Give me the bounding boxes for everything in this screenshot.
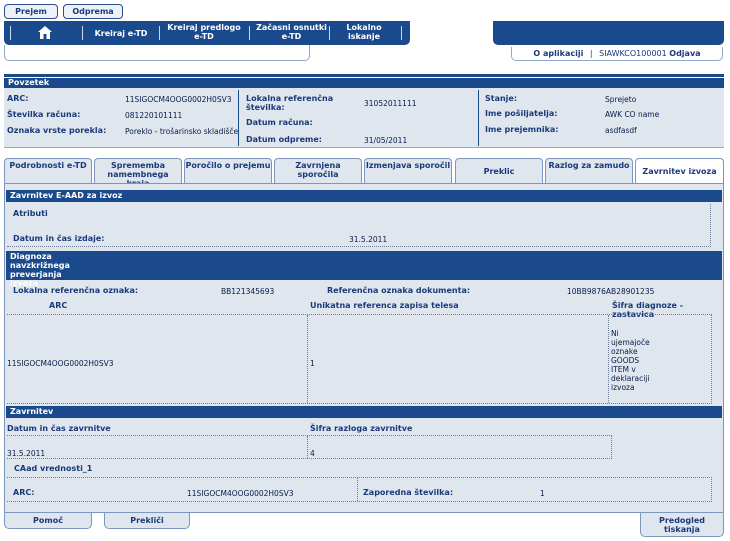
nav-underbar xyxy=(4,45,310,61)
nav-separator xyxy=(10,26,11,40)
arc-label: ARC: xyxy=(7,94,29,103)
posiljatelj-value: AWK CO name xyxy=(605,110,660,119)
datum-zavrnitve-value: 31.5.2011 xyxy=(7,449,46,458)
ref-dok-label: Referenčna oznaka dokumenta: xyxy=(327,286,471,295)
home-icon[interactable] xyxy=(38,26,52,41)
nav-lokalno-iskanje[interactable]: Lokalno iskanje xyxy=(334,23,394,41)
datum-zavrnitve-label: Datum in čas zavrnitve xyxy=(7,424,111,433)
nav-separator xyxy=(159,26,160,40)
user-links: O aplikaciji | SIAWKCO100001 Odjava xyxy=(511,47,723,61)
divider xyxy=(478,90,479,146)
stanje-value: Sprejeto xyxy=(605,95,637,104)
sifra-razloga-label: Šifra razloga zavrnitve xyxy=(310,424,413,433)
datum-izdaje-value: 31.5.2011 xyxy=(349,235,388,244)
divider xyxy=(357,478,358,501)
summary-panel: ARC: 11SIGOCM4OOG0002H0SV3 Številka raču… xyxy=(4,88,724,148)
datum-izdaje-label: Datum in čas izdaje: xyxy=(13,234,105,243)
tab-zavrnjena[interactable]: Zavrnjena sporočila xyxy=(274,158,362,183)
col-unikatna: Unikatna referenca zapisa telesa xyxy=(310,301,459,310)
datum-odpreme-label: Datum odpreme: xyxy=(246,135,322,144)
tab-zavrnitev-izvoza[interactable]: Zavrnitev izvoza xyxy=(635,158,724,183)
oznaka-label: Oznaka vrste porekla: xyxy=(7,126,107,135)
stanje-label: Stanje: xyxy=(485,94,518,103)
content-header: Zavrnitev E-AAD za izvoz xyxy=(6,190,722,202)
divider xyxy=(608,315,609,403)
row-sifra: Ni ujemajoče oznake GOODS ITEM v deklara… xyxy=(611,329,650,392)
caad-row xyxy=(7,477,712,502)
lokalna-value: 31052011111 xyxy=(364,99,417,108)
nav-separator xyxy=(82,26,83,40)
caad-label: CAad vrednosti_1 xyxy=(14,464,93,473)
ref-dok-value: 10BB9876AB28901235 xyxy=(567,287,655,296)
caad-arc-label: ARC: xyxy=(13,488,35,497)
zaporedna-value: 1 xyxy=(540,489,545,498)
content-panel: Zavrnitev E-AAD za izvoz Atributi Datum … xyxy=(4,183,724,513)
tab-podrobnosti[interactable]: Podrobnosti e-TD xyxy=(4,158,92,183)
separator: | xyxy=(589,49,593,58)
zaporedna-label: Zaporedna številka: xyxy=(363,488,454,497)
summary-title: Povzetek xyxy=(4,78,724,88)
prejemnik-value: asdfasdf xyxy=(605,126,637,135)
stevilka-value: 081220101111 xyxy=(125,111,183,120)
nav-separator xyxy=(249,26,250,40)
atributi-label: Atributi xyxy=(13,209,48,218)
tab-porocilo[interactable]: Poročilo o prejemu xyxy=(184,158,272,183)
arc-value: 11SIGOCM4OOG0002H0SV3 xyxy=(125,95,232,104)
nav-kreiraj-predlogo[interactable]: Kreiraj predlogo e-TD xyxy=(164,23,244,41)
predogled-button[interactable]: Predogled tiskanja xyxy=(640,513,724,537)
nav-separator xyxy=(401,26,402,40)
nav-separator xyxy=(329,26,330,40)
prejem-button[interactable]: Prejem xyxy=(4,4,58,19)
prejemnik-label: Ime prejemnika: xyxy=(485,125,559,134)
divider xyxy=(238,90,239,146)
about-link[interactable]: O aplikaciji xyxy=(533,49,583,58)
summary-topline xyxy=(4,74,724,77)
caad-arc-value: 11SIGOCM4OOG0002H0SV3 xyxy=(187,489,294,498)
logout-link[interactable]: Odjava xyxy=(669,49,700,58)
oznaka-value: Poreklo - trošarinsko skladišče xyxy=(125,127,239,136)
datum-racuna-label: Datum računa: xyxy=(246,118,313,127)
stevilka-label: Številka računa: xyxy=(7,110,81,119)
divider xyxy=(307,436,308,458)
tab-preklic[interactable]: Preklic xyxy=(455,158,543,183)
lokalna-oznaka-label: Lokalna referenčna oznaka: xyxy=(13,286,139,295)
lokalna-label: Lokalna referenčna številka: xyxy=(246,94,334,112)
sifra-razloga-value: 4 xyxy=(310,449,315,458)
divider xyxy=(307,315,308,403)
pomoc-button[interactable]: Pomoč xyxy=(4,513,92,529)
tab-izmenjava[interactable]: Izmenjava sporočil xyxy=(364,158,452,183)
diagnoza-title: Diagnoza navzkrižnega preverjanja izvoza xyxy=(10,252,70,288)
user-bar xyxy=(493,21,724,45)
main-navbar: Kreiraj e-TD Kreiraj predlogo e-TD Začas… xyxy=(4,21,410,45)
preklici-button[interactable]: Prekliči xyxy=(104,513,190,529)
nav-kreiraj-etd[interactable]: Kreiraj e-TD xyxy=(86,29,156,38)
tab-sprememba[interactable]: Sprememba namembnega kraja xyxy=(94,158,182,188)
diagnoza-header: Diagnoza navzkrižnega preverjanja izvoza xyxy=(6,251,722,288)
nav-zacasni-osnutki[interactable]: Začasni osnutki e-TD xyxy=(254,23,329,41)
zavrnitev-header: Zavrnitev xyxy=(6,406,722,418)
row-arc: 11SIGOCM4OOG0002H0SV3 xyxy=(7,359,114,368)
datum-odpreme-value: 31/05/2011 xyxy=(364,136,408,145)
tab-razlog[interactable]: Razlog za zamudo xyxy=(545,158,633,183)
odprema-button[interactable]: Odprema xyxy=(63,4,123,19)
col-arc: ARC xyxy=(49,301,68,310)
row-unikatna: 1 xyxy=(310,359,315,368)
user-id: SIAWKCO100001 xyxy=(599,49,667,58)
lokalna-oznaka-value: BB121345693 xyxy=(221,287,275,296)
posiljatelj-label: Ime pošiljatelja: xyxy=(485,109,558,118)
